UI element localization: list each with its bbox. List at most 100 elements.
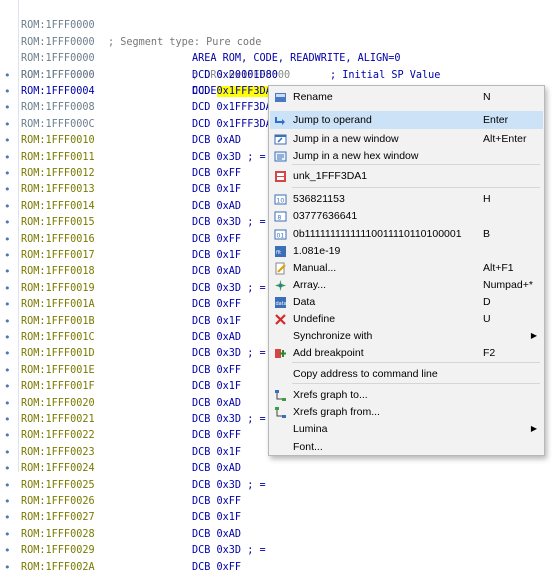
menu-item-add-breakpoint[interactable]: Add breakpoint F2: [270, 344, 543, 362]
menu-separator: [292, 383, 540, 384]
menu-item-label: Manual...: [293, 262, 337, 274]
menu-item-label: Rename: [293, 91, 333, 103]
xref-dot-icon: •: [4, 281, 11, 295]
menu-item-jump-in-a-new-hex-window[interactable]: Jump in a new hex window: [270, 147, 543, 165]
instruction-text: DCB 0x1F: [192, 512, 242, 524]
data-icon: data: [274, 296, 287, 309]
instruction: DCB 0x3D ; =: [192, 478, 266, 494]
instruction: DCB 0xAD: [192, 330, 241, 346]
menu-item-jump-in-a-new-window[interactable]: Jump in a new window Alt+Enter: [270, 130, 543, 148]
xref-dot-icon: •: [4, 85, 11, 98]
menu-item-label: Array...: [293, 279, 327, 291]
instruction: DCB 0x1F: [192, 445, 241, 461]
menu-item-font[interactable]: Font...: [270, 438, 543, 456]
listing-line[interactable]: • ROM:1FFF0025 DCB 0x3D ; =: [0, 478, 560, 494]
menu-item-label: Undefine: [293, 313, 336, 325]
instruction: DCB 0xFF: [192, 428, 241, 444]
listing-line[interactable]: • ROM:1FFF0028 DCB 0xAD: [0, 527, 560, 543]
menu-item-label: Jump in a new window: [293, 133, 399, 145]
menu-item-03777636641[interactable]: 8 03777636641: [270, 207, 543, 225]
menu-item-copy-address-to-command-line[interactable]: Copy address to command line: [270, 365, 543, 383]
svg-text:8: 8: [278, 214, 282, 221]
menu-item-data[interactable]: data Data D: [270, 293, 543, 311]
address: ROM:1FFF0029: [21, 545, 95, 557]
menu-item-xrefs-graph-from[interactable]: Xrefs graph from...: [270, 403, 543, 421]
jump-arrow-icon: [274, 114, 287, 127]
menu-item-array[interactable]: Array... Numpad+*: [270, 276, 543, 294]
xref-dot-icon: •: [4, 150, 11, 164]
listing-line[interactable]: ROM:1FFF0000 AREA ROM, CODE, READWRITE, …: [0, 18, 560, 64]
line-comment: ; Initial SP Value: [330, 69, 441, 81]
submenu-arrow-icon: ▶: [530, 331, 537, 340]
menu-item-unk-1fff3da1[interactable]: unk_1FFF3DA1: [270, 167, 543, 185]
menu-item-label: Font...: [293, 441, 323, 453]
xref-dot-icon: •: [4, 560, 11, 574]
instruction: DCD 0x1FFF3DA: [192, 117, 272, 133]
svg-text:flt: flt: [276, 250, 281, 256]
xref-dot-icon: •: [4, 396, 11, 410]
menu-item-undefine[interactable]: Undefine U: [270, 310, 543, 328]
listing-line[interactable]: ROM:1FFF0000 CODE16: [0, 51, 560, 97]
menu-item-label: unk_1FFF3DA1: [293, 170, 368, 182]
svg-text:data: data: [276, 301, 287, 307]
instruction-text: DCD 0x1FFF3DA: [192, 102, 272, 114]
address: ROM:1FFF002A: [21, 561, 95, 573]
address: ROM:1FFF0011: [21, 151, 95, 163]
menu-item-1-081e-19[interactable]: flt 1.081e-19: [270, 242, 543, 260]
address: ROM:1FFF0026: [21, 496, 95, 507]
listing-line[interactable]: • ROM:1FFF0024 DCB 0xAD: [0, 461, 560, 477]
instruction-text: DCB 0x1F: [192, 446, 242, 458]
listing-line[interactable]: ROM:1FFF0000 ; Segment type: Pure code: [0, 2, 560, 47]
menu-item-shortcut: F2: [483, 347, 496, 359]
instruction: DCB 0x3D ; =: [192, 281, 266, 297]
menu-item-0b11111111111110011110110100001[interactable]: 01 0b11111111111110011110110100001 B: [270, 225, 543, 243]
xref-dot-icon: •: [4, 314, 11, 328]
menu-separator: [292, 362, 540, 363]
instruction: DCB 0xFF: [192, 166, 241, 182]
octal-icon: 8: [274, 210, 287, 223]
menu-item-label: 1.081e-19: [293, 245, 341, 257]
submenu-arrow-icon: ▶: [530, 424, 537, 433]
menu-item-lumina[interactable]: Lumina ▶: [270, 420, 543, 438]
instruction-text: DCB 0x3D ; =: [192, 348, 266, 360]
instruction-text: DCB 0xAD: [192, 332, 242, 343]
menu-item-synchronize-with[interactable]: Synchronize with ▶: [270, 327, 543, 345]
address: ROM:1FFF001A: [21, 299, 95, 311]
instruction: DCB 0x3D ; =: [192, 346, 266, 362]
instruction: DCB 0xFF: [192, 494, 241, 510]
address: ROM:1FFF0000: [21, 69, 95, 81]
instruction: DCB 0x3D ; =: [192, 412, 266, 428]
instruction-text: DCB 0xFF: [192, 364, 242, 376]
address: ROM:1FFF001B: [21, 315, 95, 327]
instruction-text: DCB 0x3D ; =: [192, 479, 266, 491]
operand-highlight[interactable]: 0x1FFF3DA: [216, 86, 272, 97]
instruction: DCB 0xFF: [192, 363, 241, 379]
menu-item-label: Lumina: [293, 423, 328, 435]
instruction-text: DCB 0xAD: [192, 266, 242, 278]
menu-item-jump-to-operand[interactable]: Jump to operand Enter: [270, 111, 543, 129]
address: ROM:1FFF0018: [21, 266, 95, 278]
instruction: DCB 0xAD: [192, 264, 241, 280]
xref-dot-icon: •: [4, 68, 11, 82]
manual-icon: [274, 262, 287, 275]
menu-item-xrefs-graph-to[interactable]: Xrefs graph to...: [270, 386, 543, 404]
instruction-text: DCD: [192, 86, 217, 97]
listing-line[interactable]: • ROM:1FFF0027 DCB 0x1F: [0, 510, 560, 526]
instruction: DCB 0x1F: [192, 314, 241, 330]
instruction-text: DCB 0x1F: [192, 315, 242, 327]
xref-dot-icon: •: [4, 167, 11, 180]
instruction-text: DCD 0x20001D80: [192, 69, 278, 81]
menu-separator: [292, 187, 540, 188]
instruction: DCB 0x3D ; =: [192, 215, 266, 231]
instruction-text: DCD 0x1FFF3DA: [192, 118, 272, 130]
menu-item-manual[interactable]: Manual... Alt+F1: [270, 259, 543, 277]
listing-line[interactable]: • ROM:1FFF002A DCB 0xFF: [0, 560, 560, 576]
listing-line[interactable]: • ROM:1FFF0026 DCB 0xFF: [0, 494, 560, 510]
menu-item-shortcut: Alt+Enter: [483, 133, 527, 145]
listing-line[interactable]: • ROM:1FFF0029 DCB 0x3D ; =: [0, 543, 560, 559]
address: ROM:1FFF0019: [21, 282, 95, 294]
menu-item-536821153[interactable]: 10 536821153 H: [270, 190, 543, 208]
listing-line[interactable]: • ROM:1FFF0000 DCD 0x20001D80 ; Initial SP …: [0, 68, 560, 84]
listing-line[interactable]: ROM:1FFF0000 ; ORG 0x1FFF0000: [0, 35, 560, 80]
menu-item-rename[interactable]: Rename N: [270, 88, 543, 106]
